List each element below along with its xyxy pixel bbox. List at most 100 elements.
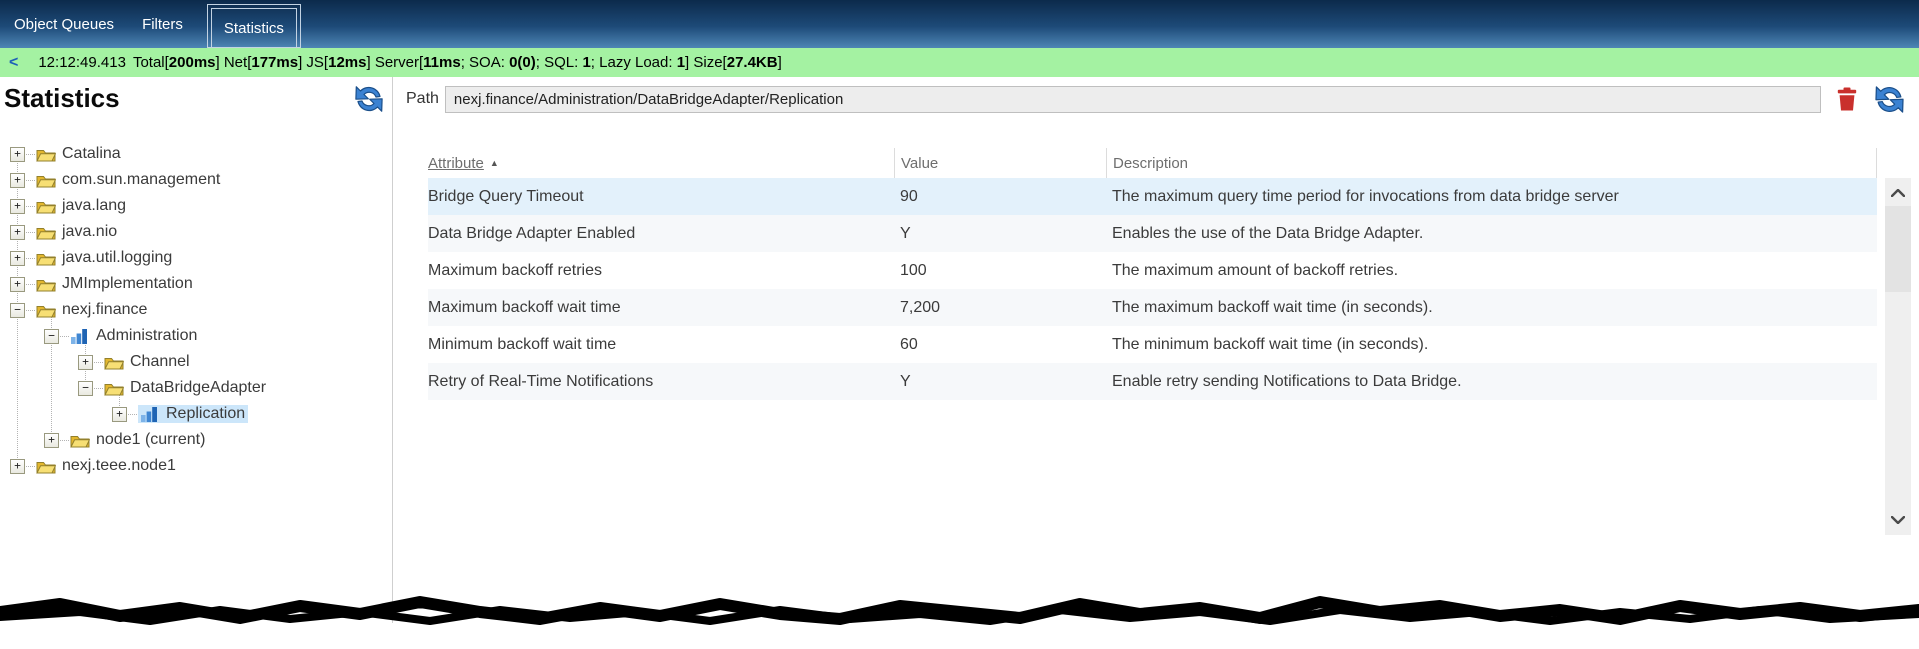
status-timestamp: 12:12:49.413 (38, 54, 126, 71)
tree-item-com-sun-management[interactable]: + com.sun.management (0, 167, 391, 193)
tree-item-channel[interactable]: + Channel (0, 349, 391, 375)
column-header-attribute[interactable]: Attribute ▲ (428, 148, 894, 178)
scrollbar-thumb[interactable] (1885, 206, 1911, 292)
attribute-cell: Bridge Query Timeout (428, 188, 894, 206)
statistics-detail-panel: Path Attribute ▲ Value Description Bridg… (394, 77, 1919, 649)
table-header-row: Attribute ▲ Value Description (428, 148, 1877, 178)
expand-toggle-icon[interactable]: + (112, 407, 127, 422)
path-row: Path (406, 84, 1906, 114)
table-row[interactable]: Maximum backoff wait time 7,200 The maxi… (428, 289, 1877, 326)
tree-item-node1-current[interactable]: + node1 (current) (0, 427, 391, 453)
table-row[interactable]: Minimum backoff wait time 60 The minimum… (428, 326, 1877, 363)
tab-statistics[interactable]: Statistics (207, 4, 301, 48)
expand-toggle-icon[interactable]: + (10, 199, 25, 214)
torn-edge-decoration (0, 586, 1919, 649)
tree-item-java-lang[interactable]: + java.lang (0, 193, 391, 219)
collapse-toggle-icon[interactable]: − (78, 381, 93, 396)
description-cell: Enable retry sending Notifications to Da… (1106, 373, 1877, 391)
attribute-table: Attribute ▲ Value Description Bridge Que… (428, 148, 1877, 400)
tree-refresh-button[interactable] (353, 83, 385, 115)
value-cell: 90 (894, 188, 1106, 206)
tab-object-queues[interactable]: Object Queues (14, 16, 114, 33)
table-refresh-button[interactable] (1873, 83, 1906, 116)
column-header-description[interactable]: Description (1106, 148, 1877, 178)
tree-item-label: nexj.teee.node1 (62, 457, 176, 475)
tree-item-label: Replication (166, 405, 248, 423)
tree-item-databridgeadapter[interactable]: − DataBridgeAdapter (0, 375, 391, 401)
tree-item-catalina[interactable]: + Catalina (0, 141, 391, 167)
folder-icon (104, 380, 124, 397)
tree-item-label: java.util.logging (62, 249, 172, 267)
table-scrollbar[interactable] (1885, 178, 1911, 535)
description-cell: The maximum amount of backoff retries. (1106, 262, 1877, 280)
expand-toggle-icon[interactable]: + (10, 225, 25, 240)
chart-icon (140, 406, 160, 423)
expand-toggle-icon[interactable]: + (78, 355, 93, 370)
tree-item-label: nexj.finance (62, 301, 147, 319)
folder-icon (36, 458, 56, 475)
tree-item-label: node1 (current) (96, 431, 205, 449)
tree-item-java-util-logging[interactable]: + java.util.logging (0, 245, 391, 271)
attribute-cell: Maximum backoff retries (428, 262, 894, 280)
expand-toggle-icon[interactable]: + (10, 251, 25, 266)
tree-item-administration[interactable]: − Administration (0, 323, 391, 349)
back-icon[interactable]: < (9, 54, 18, 72)
tab-filters[interactable]: Filters (142, 16, 183, 33)
folder-icon (70, 432, 90, 449)
description-cell: The minimum backoff wait time (in second… (1106, 336, 1877, 354)
value-cell: Y (894, 373, 1106, 391)
tree-item-jmimplementation[interactable]: + JMImplementation (0, 271, 391, 297)
sort-asc-icon: ▲ (490, 158, 499, 168)
status-bar: < 12:12:49.413 Total[200ms] Net[177ms] J… (0, 48, 1919, 77)
tab-bar: Object Queues Filters Statistics (0, 0, 1919, 48)
folder-icon (104, 354, 124, 371)
value-cell: 60 (894, 336, 1106, 354)
tree-item-label: DataBridgeAdapter (130, 379, 266, 397)
table-row[interactable]: Retry of Real-Time Notifications Y Enabl… (428, 363, 1877, 400)
chart-icon (70, 328, 90, 345)
folder-icon (36, 250, 56, 267)
expand-toggle-icon[interactable]: + (44, 433, 59, 448)
table-row[interactable]: Maximum backoff retries 100 The maximum … (428, 252, 1877, 289)
panel-title: Statistics (4, 83, 120, 113)
folder-icon (36, 224, 56, 241)
folder-icon (36, 198, 56, 215)
tree-item-label: java.lang (62, 197, 126, 215)
tree-item-label: JMImplementation (62, 275, 193, 293)
collapse-toggle-icon[interactable]: − (44, 329, 59, 344)
tree-item-java-nio[interactable]: + java.nio (0, 219, 391, 245)
delete-button[interactable] (1837, 87, 1857, 111)
folder-icon (36, 146, 56, 163)
column-header-value[interactable]: Value (894, 148, 1106, 178)
scroll-down-icon[interactable] (1885, 507, 1911, 533)
tree-item-label: Catalina (62, 145, 121, 163)
trash-icon (1837, 99, 1857, 114)
attribute-cell: Minimum backoff wait time (428, 336, 894, 354)
tree-item-nexj-teee-node1[interactable]: + nexj.teee.node1 (0, 453, 391, 479)
value-cell: 100 (894, 262, 1106, 280)
refresh-icon (1873, 104, 1906, 119)
folder-icon (36, 276, 56, 293)
attribute-cell: Retry of Real-Time Notifications (428, 373, 894, 391)
description-cell: The maximum backoff wait time (in second… (1106, 299, 1877, 317)
expand-toggle-icon[interactable]: + (10, 147, 25, 162)
table-row[interactable]: Data Bridge Adapter Enabled Y Enables th… (428, 215, 1877, 252)
table-row[interactable]: Bridge Query Timeout 90 The maximum quer… (428, 178, 1877, 215)
refresh-icon (353, 103, 385, 118)
attribute-cell: Maximum backoff wait time (428, 299, 894, 317)
statistics-tree: + Catalina + com.sun.management + java.l… (0, 141, 391, 479)
expand-toggle-icon[interactable]: + (10, 277, 25, 292)
tree-item-nexj-finance[interactable]: − nexj.finance (0, 297, 391, 323)
path-input[interactable] (445, 86, 1821, 113)
tree-item-label: Administration (96, 327, 197, 345)
path-label: Path (406, 90, 439, 108)
scroll-up-icon[interactable] (1885, 180, 1911, 206)
selected-tree-item: Replication (138, 405, 248, 423)
statistics-tree-panel: Statistics + Catalina + com.sun.manageme… (0, 77, 393, 649)
expand-toggle-icon[interactable]: + (10, 459, 25, 474)
tree-item-replication-selected[interactable]: + Replication (0, 401, 391, 427)
tree-item-label: com.sun.management (62, 171, 220, 189)
collapse-toggle-icon[interactable]: − (10, 303, 25, 318)
expand-toggle-icon[interactable]: + (10, 173, 25, 188)
folder-icon (36, 172, 56, 189)
